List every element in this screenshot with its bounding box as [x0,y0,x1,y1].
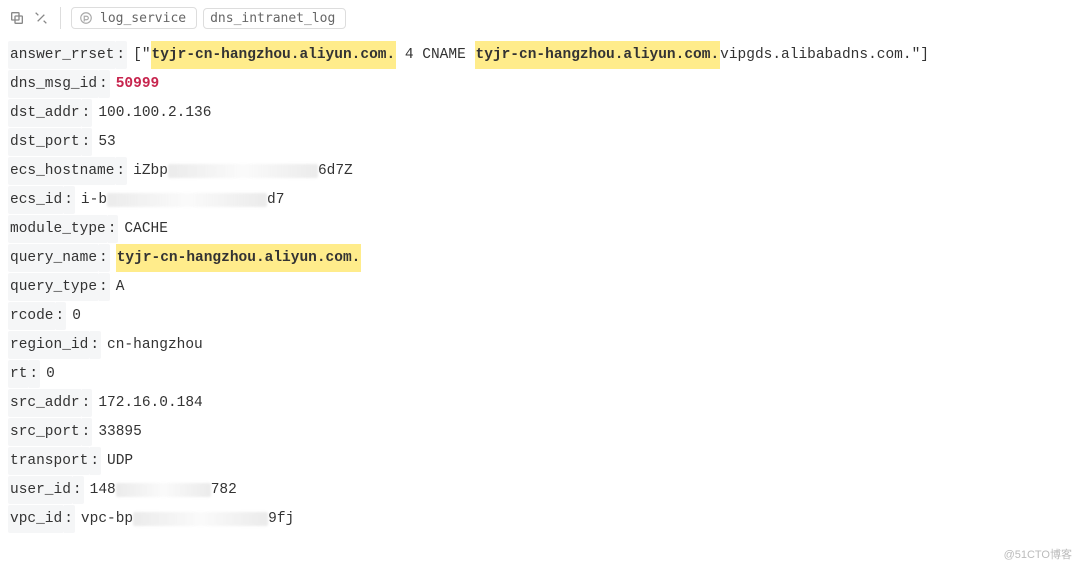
field-key: rcode [8,302,56,330]
field-value-suffix: 6d7Z [318,157,353,185]
field-value: 53 [98,128,115,156]
row-rt: rt: 0 [8,359,1072,388]
field-key: vpc_id [8,505,64,533]
field-value: 0 [72,302,81,330]
highlight-text: tyjr-cn-hangzhou.aliyun.com. [116,244,362,272]
field-key: module_type [8,215,108,243]
row-dst-addr: dst_addr: 100.100.2.136 [8,98,1072,127]
field-key: ecs_id [8,186,64,214]
field-value: 50999 [116,70,160,98]
field-key: ecs_hostname [8,157,116,185]
bracket-close: "] [912,41,929,69]
field-value-prefix: i-b [81,186,107,214]
field-key: query_name [8,244,99,272]
pill-log-service[interactable]: log_service [71,7,197,29]
highlight-text: tyjr-cn-hangzhou.aliyun.com. [151,41,397,69]
field-value: 33895 [98,418,142,446]
colon: : [82,128,93,156]
row-src-port: src_port: 33895 [8,417,1072,446]
project-icon [78,10,94,26]
bracket-open: [" [133,41,150,69]
field-key: user_id [8,476,73,504]
row-ecs-id: ecs_id: i-b d7 [8,185,1072,214]
colon: : [82,389,93,417]
field-value: CACHE [124,215,168,243]
pill-label: dns_intranet_log [210,11,335,26]
pill-label: log_service [100,11,186,26]
colon: : [108,215,119,243]
watermark: @51CTO博客 [1004,546,1072,562]
row-region-id: region_id: cn-hangzhou [8,330,1072,359]
redacted-region [133,512,268,526]
pill-logstore[interactable]: dns_intranet_log [203,8,346,29]
colon: : [99,70,110,98]
field-value: 0 [46,360,55,388]
field-value-prefix: 148 [90,476,116,504]
field-key: dst_port [8,128,82,156]
redacted-region [168,164,318,178]
colon: : [116,41,127,69]
redacted-region [116,483,211,497]
field-key: query_type [8,273,99,301]
field-key: region_id [8,331,90,359]
row-query-name: query_name: tyjr-cn-hangzhou.aliyun.com. [8,243,1072,272]
field-key: src_addr [8,389,82,417]
colon: : [29,360,40,388]
row-query-type: query_type: A [8,272,1072,301]
field-value-prefix: vpc-bp [81,505,133,533]
field-value: UDP [107,447,133,475]
colon: : [64,505,75,533]
highlight-text: tyjr-cn-hangzhou.aliyun.com. [475,41,721,69]
row-module-type: module_type: CACHE [8,214,1072,243]
row-dst-port: dst_port: 53 [8,127,1072,156]
field-key: src_port [8,418,82,446]
colon: : [82,99,93,127]
colon: : [73,476,84,504]
row-rcode: rcode: 0 [8,301,1072,330]
field-value: 100.100.2.136 [98,99,211,127]
toolbar: log_service dns_intranet_log [0,0,1080,38]
colon: : [56,302,67,330]
field-value: A [116,273,125,301]
row-transport: transport: UDP [8,446,1072,475]
colon: : [64,186,75,214]
field-key: answer_rrset [8,41,116,69]
row-dns-msg-id: dns_msg_id: 50999 [8,69,1072,98]
log-detail: answer_rrset: ["tyjr-cn-hangzhou.aliyun.… [0,38,1080,541]
colon: : [116,157,127,185]
colon: : [99,273,110,301]
row-user-id: user_id: 148 782 [8,475,1072,504]
row-vpc-id: vpc_id: vpc-bp 9fj [8,504,1072,533]
colon: : [99,244,110,272]
colon: : [90,447,101,475]
field-key: dns_msg_id [8,70,99,98]
field-value: 172.16.0.184 [98,389,202,417]
field-value-suffix: 9fj [268,505,294,533]
copy-icon[interactable] [8,9,26,27]
row-src-addr: src_addr: 172.16.0.184 [8,388,1072,417]
field-value: cn-hangzhou [107,331,203,359]
field-value: vipgds.alibabadns.com. [720,41,911,69]
tool-icon[interactable] [32,9,50,27]
field-value-suffix: 782 [211,476,237,504]
colon: : [82,418,93,446]
field-value-suffix: d7 [267,186,284,214]
colon: : [90,331,101,359]
redacted-region [107,193,267,207]
toolbar-divider [60,7,61,29]
field-key: rt [8,360,29,388]
field-key: transport [8,447,90,475]
row-ecs-hostname: ecs_hostname: iZbp 6d7Z [8,156,1072,185]
row-answer-rrset: answer_rrset: ["tyjr-cn-hangzhou.aliyun.… [8,40,1072,69]
field-key: dst_addr [8,99,82,127]
field-value: 4 CNAME [396,41,474,69]
field-value-prefix: iZbp [133,157,168,185]
